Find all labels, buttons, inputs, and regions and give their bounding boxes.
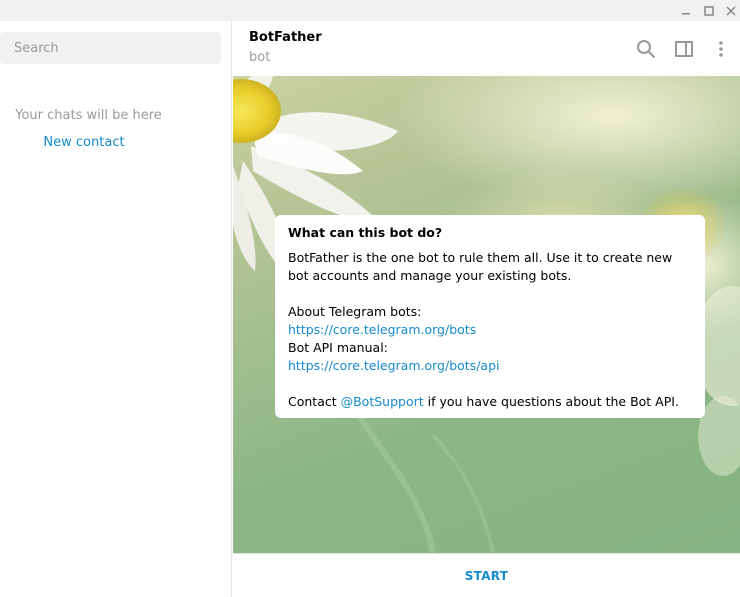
search-input[interactable] [0, 32, 221, 64]
bot-description: BotFather is the one bot to rule them al… [288, 250, 673, 283]
chat-footer: START [233, 553, 740, 597]
new-contact-link[interactable]: New contact [0, 135, 168, 150]
more-vertical-icon [719, 41, 723, 57]
start-button[interactable]: START [465, 569, 509, 583]
more-menu-button[interactable] [709, 37, 733, 61]
contact-prefix: Contact [288, 394, 341, 409]
search-icon [637, 40, 655, 58]
maximize-icon [704, 5, 714, 16]
about-bots-link[interactable]: https://core.telegram.org/bots [288, 322, 476, 337]
title-bar [0, 0, 740, 21]
bot-support-link[interactable]: @BotSupport [341, 394, 424, 409]
chat-title[interactable]: BotFather [249, 30, 322, 45]
close-button[interactable] [718, 0, 740, 21]
about-bots-label: About Telegram bots: [288, 304, 422, 319]
side-panel-icon [675, 41, 693, 57]
chat-search-button[interactable] [634, 37, 658, 61]
api-manual-label: Bot API manual: [288, 340, 388, 355]
minimize-icon [682, 12, 690, 14]
contact-suffix: if you have questions about the Bot API. [423, 394, 679, 409]
close-icon [726, 5, 736, 16]
bot-info-card: What can this bot do? BotFather is the o… [275, 215, 705, 418]
contact-line: Contact @BotSupport if you have question… [288, 393, 692, 411]
api-manual-link[interactable]: https://core.telegram.org/bots/api [288, 358, 499, 373]
side-panel-button[interactable] [672, 37, 696, 61]
chat-status: bot [249, 50, 271, 65]
chat-background: What can this bot do? BotFather is the o… [233, 76, 740, 553]
sidebar: Your chats will be here New contact [0, 21, 232, 597]
bot-info-heading: What can this bot do? [288, 225, 443, 240]
empty-chats-text: Your chats will be here [15, 108, 162, 123]
chat-header: BotFather bot [233, 21, 740, 76]
